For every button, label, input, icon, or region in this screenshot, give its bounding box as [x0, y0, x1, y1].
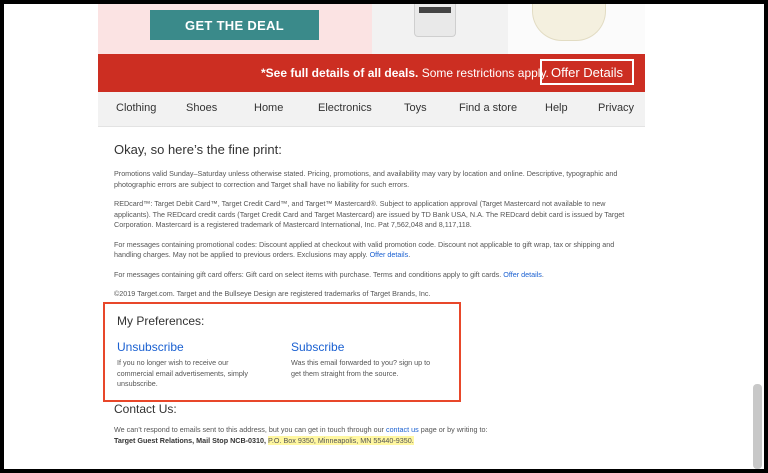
contact-info-post: page or by writing to:	[420, 425, 488, 434]
unsubscribe-link[interactable]: Unsubscribe	[117, 340, 257, 354]
contact-us-link[interactable]: contact us	[386, 425, 419, 434]
nav-shoes[interactable]: Shoes	[186, 102, 217, 114]
contact-info-pre: We can’t respond to emails sent to this …	[114, 425, 384, 434]
hero-product-panel-2	[508, 4, 645, 54]
fine-print-promo-codes-text: For messages containing promotional code…	[114, 239, 615, 260]
deals-banner-sub: Some restrictions apply.	[421, 66, 549, 80]
fine-print-gift-cards-text: For messages containing gift card offers…	[114, 269, 502, 279]
nav-home[interactable]: Home	[254, 102, 283, 114]
hero-section: GET THE DEAL	[98, 4, 645, 54]
offer-details-button[interactable]: Offer Details	[540, 59, 634, 85]
hero-product-panel	[372, 4, 508, 54]
fine-print-promo-codes: For messages containing promotional code…	[114, 239, 615, 260]
subscribe-description: Was this email forwarded to you? sign up…	[291, 358, 431, 378]
fine-print-title: Okay, so here’s the fine print:	[114, 142, 282, 157]
mailing-address: Target Guest Relations, Mail Stop NCB-03…	[114, 435, 634, 447]
get-the-deal-button[interactable]: GET THE DEAL	[150, 10, 319, 40]
footer-nav: Clothing Shoes Home Electronics Toys Fin…	[98, 92, 645, 127]
product-image-deodorant[interactable]	[414, 4, 456, 37]
contact-us-section: Contact Us: We can’t respond to emails s…	[114, 402, 634, 446]
fine-print-section: Okay, so here’s the fine print: Promotio…	[114, 142, 634, 309]
fine-print-copyright: ©2019 Target.com. Target and the Bullsey…	[114, 289, 431, 298]
deals-banner-bold: *See full details of all deals.	[261, 66, 419, 80]
my-preferences-box: My Preferences: Unsubscribe If you no lo…	[103, 302, 461, 402]
mailing-address-name: Target Guest Relations, Mail Stop NCB-03…	[114, 435, 267, 445]
subscribe-link[interactable]: Subscribe	[291, 340, 431, 354]
nav-privacy[interactable]: Privacy	[598, 102, 634, 114]
fine-print-redcard: REDcard™: Target Debit Card™, Target Cre…	[114, 199, 625, 229]
hero-promo-panel: GET THE DEAL	[98, 4, 372, 54]
deals-banner-text: *See full details of all deals. Some res…	[261, 66, 549, 80]
unsubscribe-column: Unsubscribe If you no longer wish to rec…	[117, 340, 257, 390]
mailing-address-po-box: P.O. Box 9350, Minneapolis, MN 55440-935…	[268, 435, 414, 445]
fine-print-promotions: Promotions valid Sunday–Saturday unless …	[114, 169, 618, 189]
email-viewport: GET THE DEAL *See full details of all de…	[4, 4, 764, 469]
scrollbar-thumb[interactable]	[753, 384, 762, 469]
subscribe-column: Subscribe Was this email forwarded to yo…	[291, 340, 431, 379]
nav-help[interactable]: Help	[545, 102, 568, 114]
fine-print-gift-cards: For messages containing gift card offers…	[114, 269, 544, 279]
product-image-jar[interactable]	[532, 4, 606, 41]
unsubscribe-description: If you no longer wish to receive our com…	[117, 358, 249, 388]
contact-title: Contact Us:	[114, 402, 177, 416]
offer-details-link-gift[interactable]: Offer details	[503, 270, 542, 279]
nav-toys[interactable]: Toys	[404, 102, 427, 114]
nav-electronics[interactable]: Electronics	[318, 102, 372, 114]
preferences-title: My Preferences:	[117, 314, 205, 328]
contact-info-line: We can’t respond to emails sent to this …	[114, 425, 634, 436]
scrollbar[interactable]	[750, 4, 764, 469]
nav-clothing[interactable]: Clothing	[116, 102, 156, 114]
offer-details-link-promo[interactable]: Offer details	[370, 250, 409, 259]
nav-find-a-store[interactable]: Find a store	[459, 102, 517, 114]
email-body: GET THE DEAL *See full details of all de…	[98, 4, 645, 469]
deals-banner: *See full details of all deals. Some res…	[98, 54, 645, 92]
